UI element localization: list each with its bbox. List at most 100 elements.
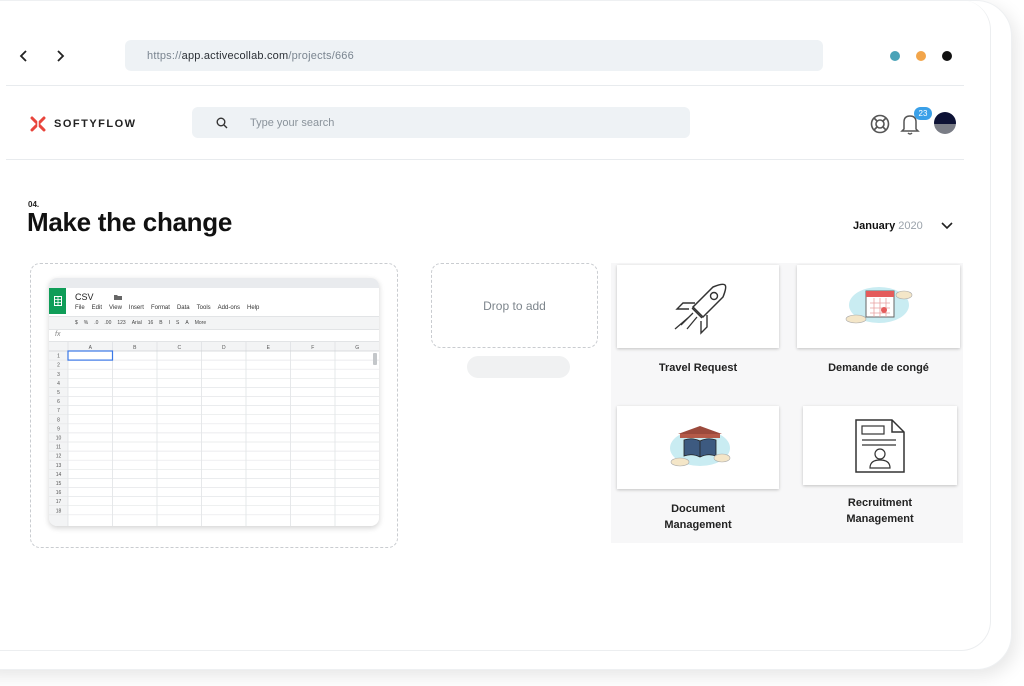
sheet-menu-item[interactable]: File xyxy=(75,305,85,311)
sheet-toolbar-item[interactable]: $ xyxy=(75,320,78,326)
sheet-grid-icon xyxy=(53,296,62,306)
grid-row-label: 18 xyxy=(56,508,62,514)
sheet-menu-item[interactable]: Edit xyxy=(92,305,102,311)
grid-column-header-bg xyxy=(49,342,379,351)
card-document-label-line2: Management xyxy=(664,519,732,531)
search-input[interactable] xyxy=(248,115,632,130)
grid-row-label: 6 xyxy=(57,399,60,405)
sheet-menu-item[interactable]: Help xyxy=(247,305,259,311)
lifebuoy-icon xyxy=(870,114,890,134)
formula-bar: fx xyxy=(49,331,379,342)
month-dropdown-button[interactable] xyxy=(941,219,953,234)
page-title: Make the change xyxy=(27,207,233,237)
grid-row-label: 13 xyxy=(56,463,62,469)
back-button[interactable] xyxy=(14,46,34,66)
sheet-toolbar-item[interactable]: .00 xyxy=(104,320,111,326)
grid-scrollbar xyxy=(373,353,377,365)
drop-zone[interactable]: Drop to add xyxy=(431,263,598,348)
card-recruitment-management-label: Recruitment Management xyxy=(803,495,957,527)
card-recruitment-management[interactable] xyxy=(803,406,957,485)
sheet-toolbar-item[interactable]: A xyxy=(185,320,188,326)
card-recruitment-label-line1: Recruitment xyxy=(847,497,913,509)
resume-icon xyxy=(855,419,905,473)
grid-column-label: C xyxy=(177,345,181,351)
grid-row-label: 7 xyxy=(57,408,60,414)
sheet-menu-item[interactable]: Format xyxy=(151,305,170,311)
url-bar[interactable]: https://app.activecollab.com/projects/66… xyxy=(125,40,823,71)
spreadsheet-preview[interactable]: CSV File Edit View Insert Format Data Tools Add… xyxy=(49,278,379,526)
grid-row-label: 8 xyxy=(57,417,60,423)
forward-button[interactable] xyxy=(50,46,70,66)
url-domain: app.activecollab.com xyxy=(181,49,289,62)
user-avatar[interactable] xyxy=(934,112,956,134)
month-selector[interactable]: January 2020 xyxy=(853,220,923,232)
folder-icon xyxy=(114,295,123,300)
sheet-toolbar-item[interactable]: 123 xyxy=(117,320,125,326)
sheet-toolbar-item[interactable]: More xyxy=(195,320,206,326)
window-dot-black[interactable] xyxy=(942,51,952,61)
header-divider xyxy=(6,159,964,160)
sheet-toolbar-item[interactable]: 16 xyxy=(148,320,154,326)
grid-row-label: 12 xyxy=(56,454,62,460)
help-button[interactable] xyxy=(870,114,890,139)
grid-row-label: 15 xyxy=(56,481,62,487)
sheet-menu-item[interactable]: Data xyxy=(177,305,190,311)
card-document-management[interactable] xyxy=(617,406,779,489)
window-dot-teal[interactable] xyxy=(890,51,900,61)
window-dot-orange[interactable] xyxy=(916,51,926,61)
year-label: 2020 xyxy=(898,220,923,232)
sheet-toolbar-item[interactable]: B xyxy=(159,320,162,326)
spreadsheet-name-text: CSV xyxy=(75,292,94,302)
sheet-toolbar-item[interactable]: % xyxy=(84,320,88,326)
grid-row-label: 2 xyxy=(57,363,60,369)
card-document-management-label: Document Management xyxy=(617,501,779,533)
grid-column-label: F xyxy=(311,345,314,351)
grid-row-label: 16 xyxy=(56,490,62,496)
sheet-menu-item[interactable]: Add-ons xyxy=(218,305,240,311)
spreadsheet-toolbar: $% .0 .00 123 Arial 16 B I S A More xyxy=(49,316,379,330)
sheet-toolbar-item[interactable]: I xyxy=(169,320,170,326)
card-travel-request[interactable] xyxy=(617,265,779,348)
sheet-toolbar-item[interactable]: Arial xyxy=(132,320,142,326)
grid-selected-cell xyxy=(67,350,114,361)
sheet-menu-item[interactable]: Tools xyxy=(197,305,211,311)
grid-row-label: 3 xyxy=(57,372,60,378)
grid-row-label: 14 xyxy=(56,472,62,478)
sheets-app-icon xyxy=(49,288,66,314)
book-icon xyxy=(670,426,731,467)
grid-row-label: 1 xyxy=(57,354,60,360)
fx-label: fx xyxy=(55,331,61,338)
placeholder-pill xyxy=(467,356,570,378)
app-logo[interactable]: SOFTYFLOW xyxy=(30,116,137,132)
chevron-down-icon xyxy=(941,222,953,230)
sheet-toolbar-item[interactable]: S xyxy=(176,320,179,326)
grid-row-label: 4 xyxy=(57,381,60,387)
sheet-menu-item[interactable]: Insert xyxy=(129,305,144,311)
notification-badge: 23 xyxy=(914,107,932,120)
spreadsheet-name: CSV xyxy=(75,292,123,302)
grid-column-label: G xyxy=(355,345,359,351)
card-recruitment-label-line2: Management xyxy=(846,513,914,525)
chevron-left-icon xyxy=(19,50,27,62)
grid-row-label: 9 xyxy=(57,426,60,432)
softyflow-logo-icon xyxy=(30,116,46,132)
spreadsheet-menubar: File Edit View Insert Format Data Tools Add-ons… xyxy=(75,305,259,311)
sheet-menu-item[interactable]: View xyxy=(109,305,122,311)
calendar-icon xyxy=(845,287,913,324)
spreadsheet-titlebar xyxy=(49,278,379,288)
card-document-label-line1: Document xyxy=(671,503,725,515)
card-travel-request-label: Travel Request xyxy=(658,362,738,374)
browser-divider xyxy=(6,85,964,86)
grid-row-label: 17 xyxy=(56,499,62,505)
grid-row-label: 5 xyxy=(57,390,60,396)
spreadsheet-grid: A B C D E F G123456789101112131415161718 xyxy=(49,342,379,526)
card-demande-de-conge[interactable] xyxy=(797,265,960,348)
logo-text: SOFTYFLOW xyxy=(54,118,137,130)
sheet-toolbar-item[interactable]: .0 xyxy=(94,320,98,326)
search-icon xyxy=(216,117,228,128)
chevron-right-icon xyxy=(57,50,65,62)
rocket-icon xyxy=(674,283,727,335)
url-prefix: https:// xyxy=(147,49,182,62)
search-bar[interactable] xyxy=(192,107,690,138)
card-demande-de-conge-label: Demande de congé xyxy=(828,362,929,374)
